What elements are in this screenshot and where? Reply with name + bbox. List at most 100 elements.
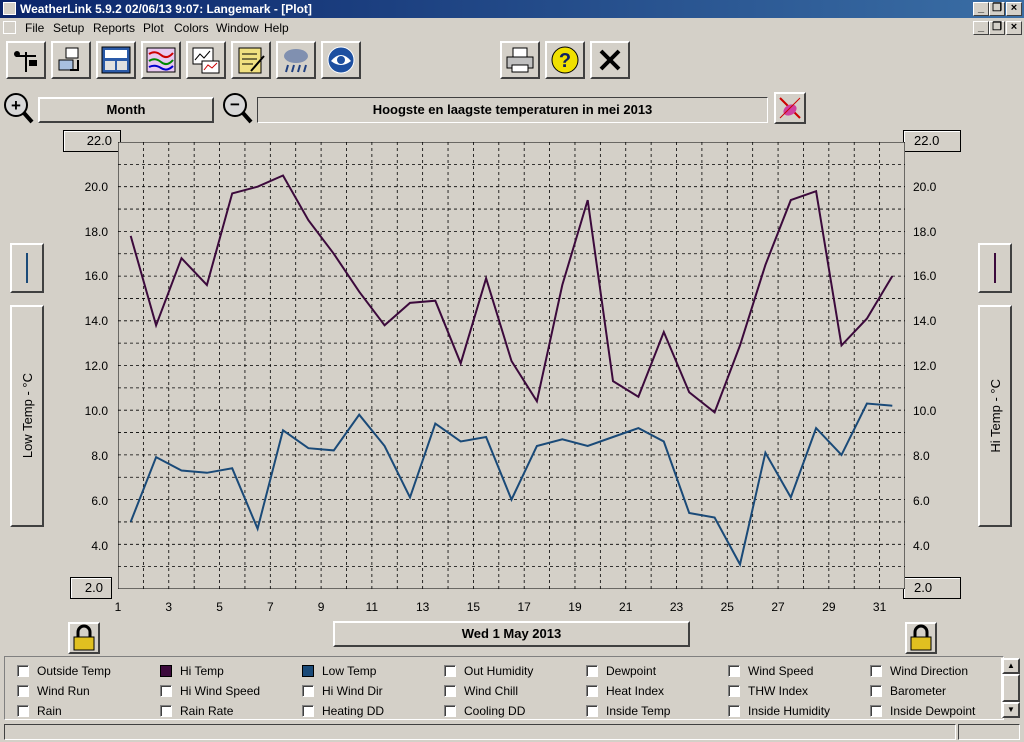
legend-item[interactable]: Wind Run [17,682,90,700]
legend-item[interactable]: Heat Index [586,682,664,700]
menu-colors[interactable]: Colors [174,21,209,35]
legend-scrollbar[interactable]: ▲ ▼ [1001,658,1020,718]
right-axis-bottom[interactable]: 2.0 [903,577,961,599]
legend-checkbox[interactable] [160,685,172,697]
legend-item[interactable]: Wind Speed [728,662,813,680]
date-bar[interactable]: Wed 1 May 2013 [333,621,690,647]
station-button[interactable] [6,41,46,79]
menu-reports[interactable]: Reports [93,21,135,35]
left-axis-bottom[interactable]: 2.0 [70,577,112,599]
legend-checkbox[interactable] [302,685,314,697]
legend-checkbox[interactable] [17,665,29,677]
legend-item[interactable]: Inside Temp [586,702,670,720]
legend-checkbox[interactable] [728,685,740,697]
menu-window[interactable]: Window [216,21,259,35]
temperature-plot[interactable] [118,142,905,589]
doc-icon[interactable] [3,21,16,34]
legend-checkbox[interactable] [160,705,172,717]
menu-file[interactable]: File [25,21,44,35]
legend-label: Wind Run [37,684,90,698]
graph-button[interactable] [186,41,226,79]
low-temp-axis-label[interactable]: Low Temp - °C [10,305,44,527]
legend-checkbox[interactable] [728,705,740,717]
hi-temp-axis-text: Hi Temp - °C [987,379,1003,453]
right-axis-top[interactable]: 22.0 [903,130,961,152]
minimize-button[interactable]: _ [973,2,989,16]
weather-button[interactable] [276,41,316,79]
menu-plot[interactable]: Plot [143,21,164,35]
station-icon [14,51,37,72]
child-close-button[interactable]: × [1006,21,1022,35]
legend-item[interactable]: Rain [17,702,62,720]
legend-item[interactable]: Outside Temp [17,662,111,680]
noaa-button[interactable] [321,41,361,79]
close-button[interactable] [590,41,630,79]
notes-button[interactable] [231,41,271,79]
legend-checkbox[interactable] [870,665,882,677]
legend-item[interactable]: Hi Wind Dir [302,682,383,700]
legend-checkbox[interactable] [586,665,598,677]
low-temp-color-swatch[interactable] [10,243,44,293]
zoom-in-button[interactable]: + [2,92,34,124]
legend-checkbox[interactable] [444,685,456,697]
legend-checkbox[interactable] [444,705,456,717]
close-window-button[interactable]: × [1006,2,1022,16]
hi-temp-color-swatch[interactable] [978,243,1012,293]
scroll-down-button[interactable]: ▼ [1002,702,1020,718]
help-button[interactable]: ? [545,41,585,79]
notes-icon [238,47,265,74]
legend-label: Hi Wind Speed [180,684,261,698]
plot-title-field[interactable]: Hoogste en laagste temperaturen in mei 2… [257,97,768,123]
legend-item[interactable]: Hi Temp [160,662,224,680]
legend-item[interactable]: Wind Direction [870,662,968,680]
legend-item[interactable]: Rain Rate [160,702,233,720]
legend-item[interactable]: Barometer [870,682,946,700]
legend-item[interactable]: Low Temp [302,662,376,680]
x-tick-label: 1 [114,600,122,614]
zoom-out-button[interactable]: − [221,92,253,124]
legend-label: Dewpoint [606,664,657,678]
legend-label: Barometer [890,684,947,698]
legend-checkbox[interactable] [17,705,29,717]
color-tool-button[interactable] [774,92,806,124]
hi-temp-axis-label[interactable]: Hi Temp - °C [978,305,1012,527]
download-button[interactable] [51,41,91,79]
child-restore-button[interactable]: ❐ [989,21,1005,35]
scroll-thumb[interactable] [1002,674,1020,702]
print-button[interactable] [500,41,540,79]
legend-item[interactable]: Heating DD [302,702,384,720]
left-lock-button[interactable] [68,622,100,654]
title-bar: WeatherLink 5.9.2 02/06/13 9:07: Langema… [0,0,1024,18]
period-select[interactable]: Month [38,97,214,123]
app-icon[interactable] [3,2,16,15]
menu-help[interactable]: Help [264,21,289,35]
left-axis-top[interactable]: 22.0 [63,130,121,152]
right-lock-button[interactable] [905,622,937,654]
legend-item[interactable]: Wind Chill [444,682,518,700]
legend-checkbox[interactable] [728,665,740,677]
legend-checkbox[interactable] [870,705,882,717]
legend-item[interactable]: THW Index [728,682,808,700]
menu-setup[interactable]: Setup [53,21,84,35]
legend-checkbox[interactable] [586,705,598,717]
legend-checkbox[interactable] [586,685,598,697]
legend-checkbox[interactable] [17,685,29,697]
scroll-up-button[interactable]: ▲ [1002,658,1020,674]
legend-checkbox[interactable] [444,665,456,677]
legend-checkbox[interactable] [302,705,314,717]
restore-button[interactable]: ❐ [989,2,1005,16]
legend-item[interactable]: Hi Wind Speed [160,682,260,700]
strip-chart-button[interactable] [141,41,181,79]
left-tick: 16.0 [84,269,108,283]
child-minimize-button[interactable]: _ [973,21,989,35]
legend-item[interactable]: Dewpoint [586,662,656,680]
legend-label: Inside Temp [606,704,671,718]
legend-item[interactable]: Out Humidity [444,662,533,680]
legend-checkbox[interactable] [870,685,882,697]
legend-checkbox[interactable] [302,665,314,677]
legend-checkbox[interactable] [160,665,172,677]
bulletin-button[interactable] [96,41,136,79]
legend-item[interactable]: Inside Humidity [728,702,830,720]
legend-item[interactable]: Inside Dewpoint [870,702,975,720]
legend-item[interactable]: Cooling DD [444,702,525,720]
